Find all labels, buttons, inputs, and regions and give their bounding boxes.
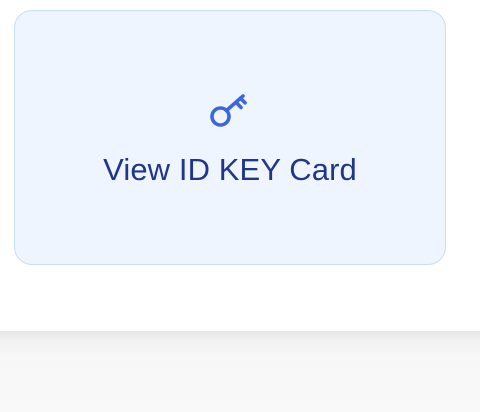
view-id-key-card-button[interactable]: View ID KEY Card [14, 10, 446, 265]
card-label: View ID KEY Card [103, 152, 357, 187]
key-icon [207, 89, 253, 135]
page: View ID KEY Card [0, 0, 480, 412]
bottom-panel [0, 331, 480, 412]
